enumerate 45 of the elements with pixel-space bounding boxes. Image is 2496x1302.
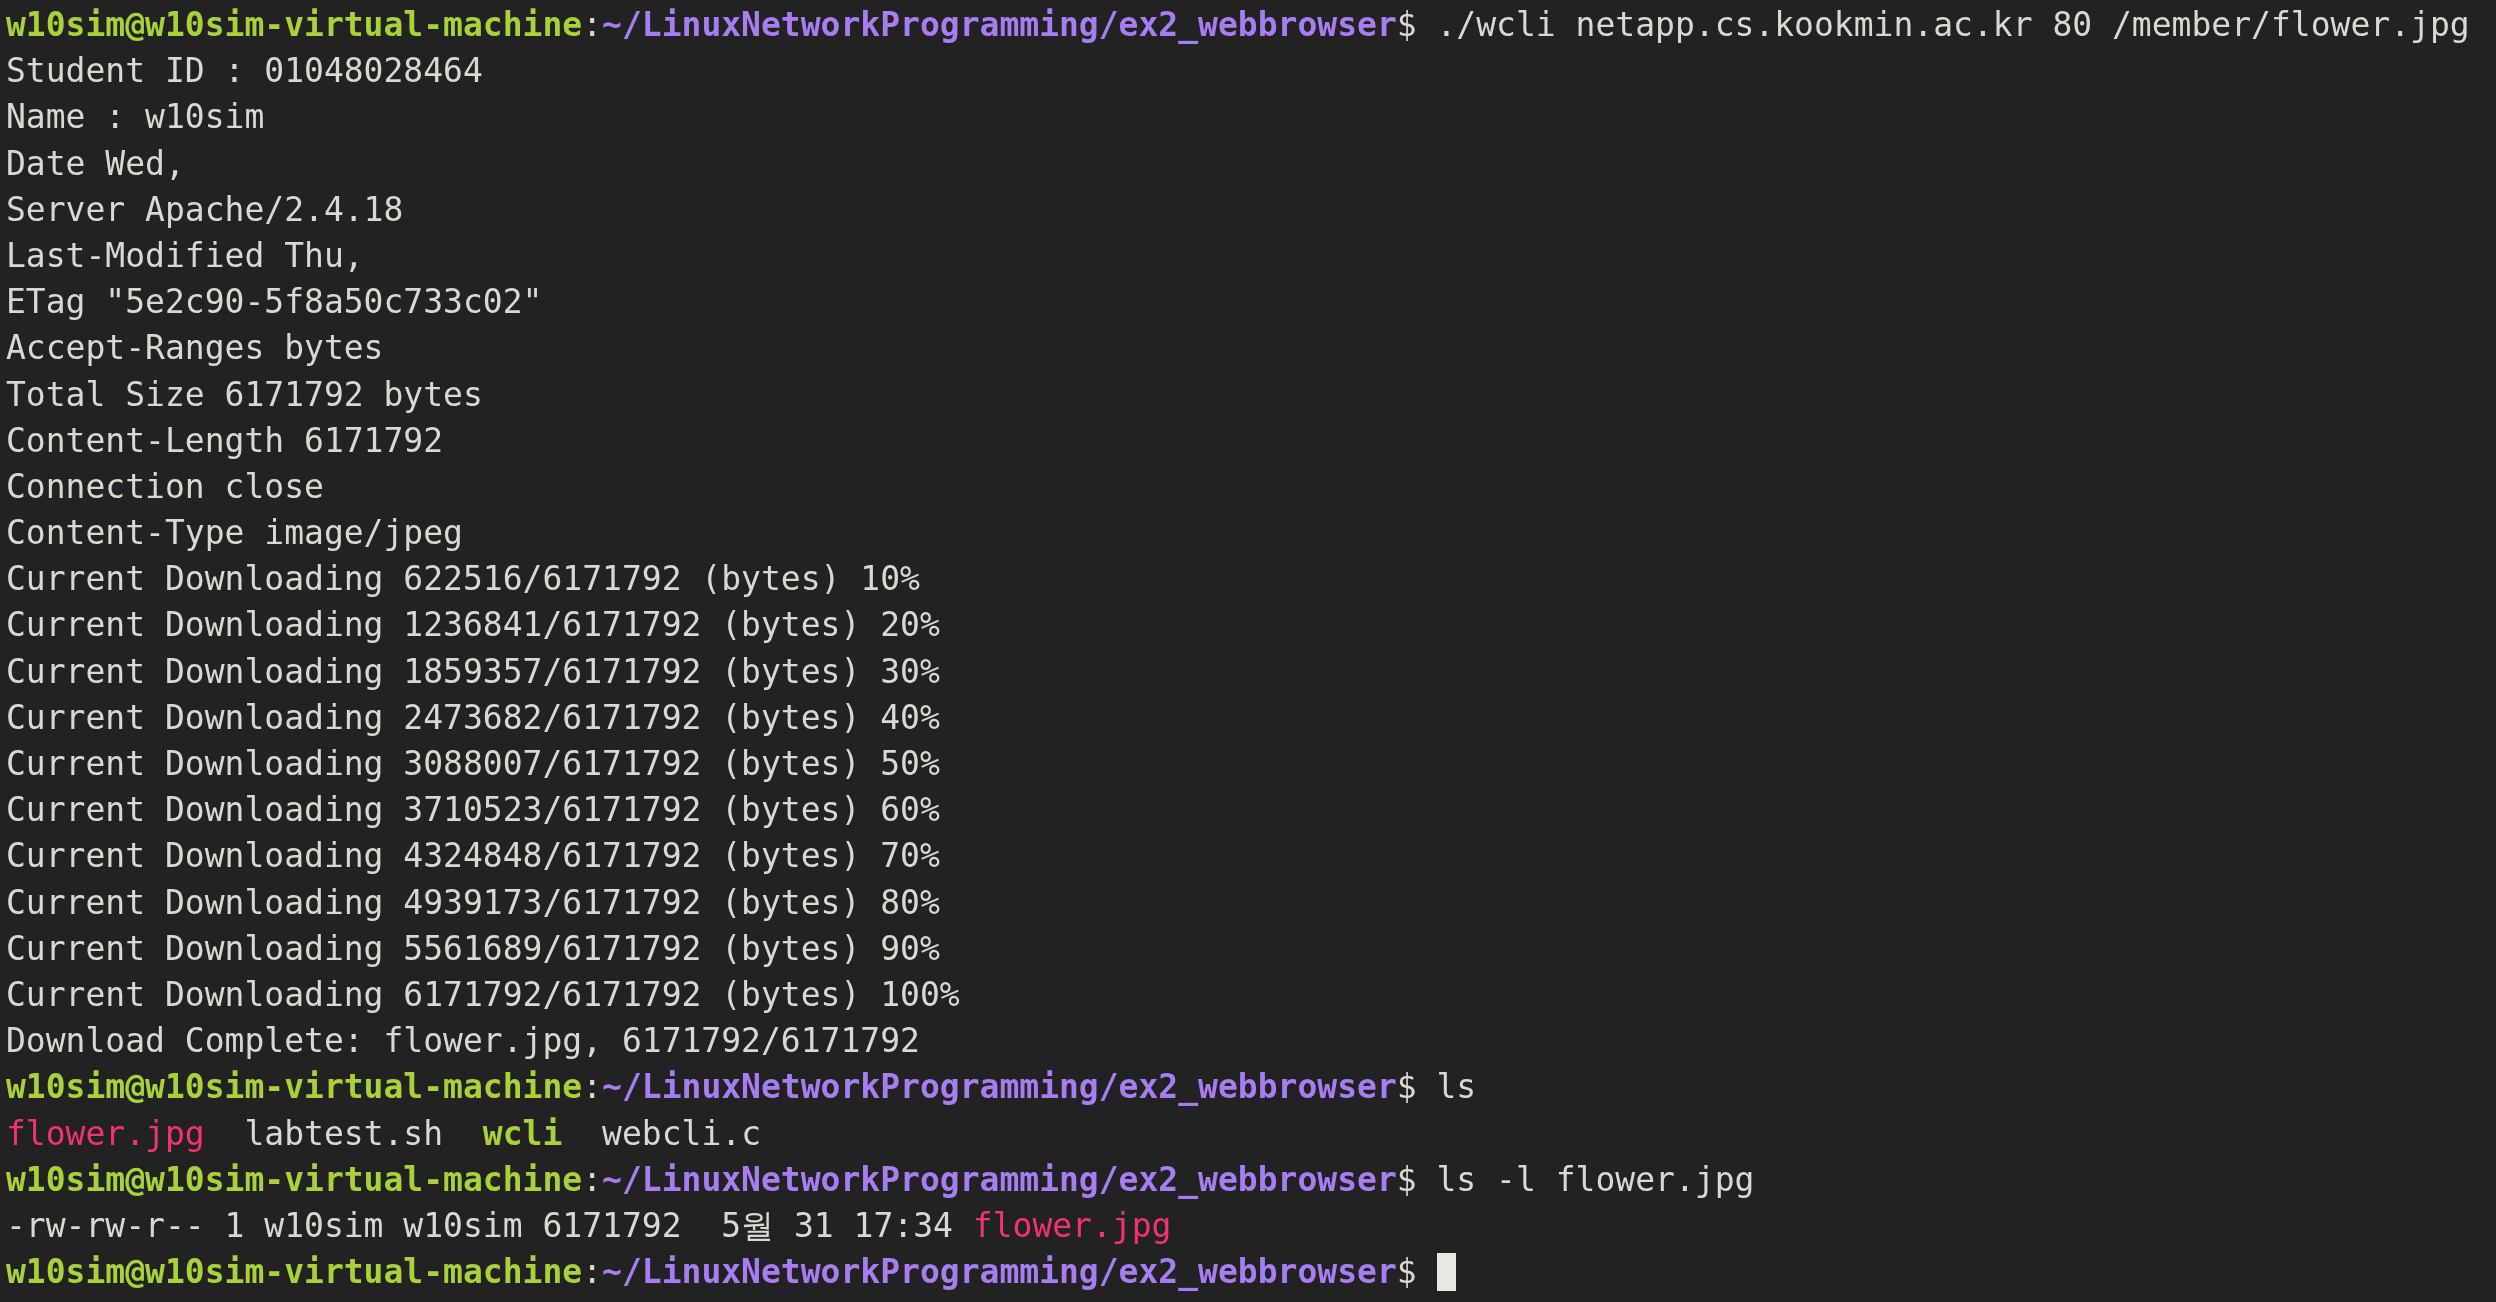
prompt-path: ~/LinuxNetworkProgramming/ex2_webbrowser <box>602 1066 1397 1109</box>
executable-file-name: wcli <box>482 1112 563 1155</box>
prompt-user-host: w10sim@w10sim-virtual-machine <box>6 1066 583 1109</box>
text-cursor <box>1436 1253 1456 1292</box>
terminal-text: Current Downloading 5561689/6171792 (bytes) 90% <box>6 927 940 970</box>
terminal-text: : <box>582 1251 603 1294</box>
terminal-text: Current Downloading 4939173/6171792 (bytes) 80% <box>6 881 940 924</box>
terminal-text: : <box>582 1066 603 1109</box>
terminal-text: Date Wed, <box>6 142 185 185</box>
terminal-text: Current Downloading 4324848/6171792 (bytes) 70% <box>6 835 940 878</box>
terminal-text: Current Downloading 1236841/6171792 (bytes) 20% <box>6 604 940 647</box>
terminal-text: $ ls -l flower.jpg <box>1396 1158 1755 1201</box>
prompt-path: ~/LinuxNetworkProgramming/ex2_webbrowser <box>602 1251 1397 1294</box>
prompt-user-host: w10sim@w10sim-virtual-machine <box>6 1158 583 1201</box>
image-file-name: flower.jpg <box>6 1112 205 1155</box>
terminal-text: Connection close <box>6 465 324 508</box>
terminal-text: Current Downloading 622516/6171792 (bytes) 10% <box>6 558 920 601</box>
prompt-user-host: w10sim@w10sim-virtual-machine <box>6 1251 583 1294</box>
terminal-text: Server Apache/2.4.18 <box>6 188 404 231</box>
terminal-text: Current Downloading 1859357/6171792 (bytes) 30% <box>6 650 940 693</box>
prompt-path: ~/LinuxNetworkProgramming/ex2_webbrowser <box>602 4 1397 46</box>
terminal-text: $ <box>1396 1251 1418 1294</box>
terminal-text: Current Downloading 3710523/6171792 (bytes) 60% <box>6 789 940 832</box>
terminal-text: Current Downloading 6171792/6171792 (bytes) 100% <box>6 973 960 1016</box>
prompt-user-host: w10sim@w10sim-virtual-machine <box>6 4 583 46</box>
terminal-text: Accept-Ranges bytes <box>6 327 384 370</box>
terminal-text: ETag "5e2c90-5f8a50c733c02" <box>6 281 543 324</box>
terminal-text: $ ./wcli netapp.cs.kookmin.ac.kr 80 /member/flower.jpg <box>1396 4 2470 46</box>
terminal-text: Content-Type image/jpeg <box>6 512 463 555</box>
terminal-text: : <box>582 4 603 46</box>
terminal-text: Current Downloading 3088007/6171792 (bytes) 50% <box>6 743 940 785</box>
prompt-path: ~/LinuxNetworkProgramming/ex2_webbrowser <box>602 1158 1397 1201</box>
terminal-text: Content-Length 6171792 <box>6 419 444 462</box>
terminal-text: Student ID : 01048028464 <box>6 50 483 93</box>
terminal-text: $ ls <box>1396 1066 1477 1109</box>
image-file-name: flower.jpg <box>972 1204 1172 1247</box>
terminal-text: webcli.c <box>601 1112 761 1155</box>
terminal-text: Name : w10sim <box>6 96 265 139</box>
terminal-text: Current Downloading 2473682/6171792 (bytes) 40% <box>6 696 940 739</box>
terminal-text: Download Complete: flower.jpg, 6171792/6171792 <box>6 1020 920 1063</box>
terminal-text: -rw-rw-r-- 1 w10sim w10sim 6171792 5월 31 17:34 <box>6 1204 954 1247</box>
terminal-text: Total Size 6171792 bytes <box>6 373 483 416</box>
terminal-text: labtest.sh <box>243 1112 445 1155</box>
terminal-text: Last-Modified Thu, <box>6 234 364 277</box>
terminal-text: : <box>582 1158 603 1201</box>
